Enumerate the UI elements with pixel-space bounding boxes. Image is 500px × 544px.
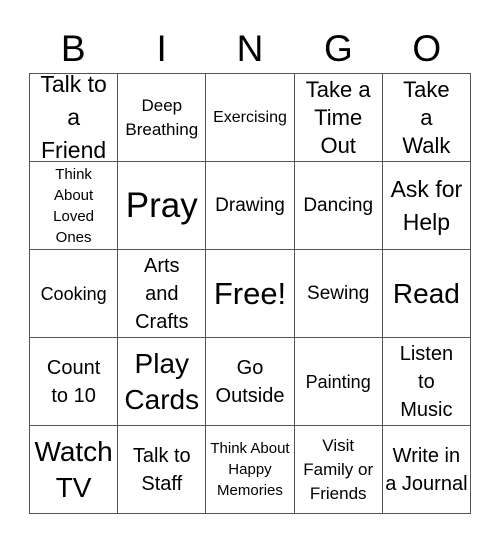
bingo-cell[interactable]: Sewing xyxy=(294,250,383,338)
bingo-header: B I N G O xyxy=(29,26,471,72)
cell-text: Dancing xyxy=(303,195,374,216)
free-space-text: Free! xyxy=(213,275,287,311)
bingo-cell[interactable]: Pray xyxy=(118,162,207,250)
cell-text: Count to 10 xyxy=(46,356,101,407)
cell-text: Talk to a Friend xyxy=(40,74,107,162)
cell-text: Think About Loved Ones xyxy=(53,165,95,246)
cell-text: Watch TV xyxy=(34,435,113,503)
bingo-cell[interactable]: Talk to Staff xyxy=(118,426,207,514)
cell-text: Drawing xyxy=(215,195,285,216)
header-letter-n: N xyxy=(236,28,264,69)
cell-text: Take a Walk xyxy=(402,76,451,158)
cell-text: Sewing xyxy=(307,283,370,304)
bingo-cell[interactable]: Think About Loved Ones xyxy=(30,162,119,250)
cell-text: Deep Breathing xyxy=(125,95,199,139)
cell-text: Play Cards xyxy=(124,347,200,415)
cell-text: Take a Time Out xyxy=(305,76,371,158)
bingo-cell[interactable]: Go Outside xyxy=(206,338,295,426)
header-letter-i: I xyxy=(156,28,167,69)
header-letter-b: B xyxy=(60,28,86,69)
cell-text: Arts and Crafts xyxy=(135,254,189,333)
bingo-cell[interactable]: Talk to a Friend xyxy=(30,74,119,162)
cell-text: Pray xyxy=(125,185,198,225)
cell-text: Exercising xyxy=(213,108,287,126)
bingo-cell[interactable]: Play Cards xyxy=(118,338,207,426)
cell-text: Ask for Help xyxy=(390,175,463,235)
bingo-cell[interactable]: Ask for Help xyxy=(382,162,471,250)
cell-text: Write in a Journal xyxy=(385,444,468,495)
cell-text: Listen to Music xyxy=(399,342,454,421)
bingo-cell[interactable]: Exercising xyxy=(206,74,295,162)
cell-text: Cooking xyxy=(40,283,107,304)
bingo-cell[interactable]: Watch TV xyxy=(30,426,119,514)
bingo-cell[interactable]: Painting xyxy=(294,338,383,426)
header-letter-g: G xyxy=(324,28,353,69)
bingo-cell free-space[interactable]: Free! xyxy=(206,250,295,338)
cell-text: Go Outside xyxy=(215,356,285,407)
bingo-cell[interactable]: Think About Happy Memories xyxy=(206,426,295,514)
bingo-cell[interactable]: Cooking xyxy=(30,250,119,338)
bingo-cell[interactable]: Arts and Crafts xyxy=(118,250,207,338)
bingo-cell[interactable]: Listen to Music xyxy=(382,338,471,426)
cell-text: Read xyxy=(392,277,460,309)
bingo-cell[interactable]: Deep Breathing xyxy=(118,74,207,162)
cell-text: Painting xyxy=(305,371,371,392)
bingo-cell[interactable]: Dancing xyxy=(294,162,383,250)
bingo-board: Talk to a Friend Deep Breathing Exercisi… xyxy=(29,73,471,514)
bingo-cell[interactable]: Visit Family or Friends xyxy=(294,426,383,514)
bingo-cell[interactable]: Count to 10 xyxy=(30,338,119,426)
bingo-cell[interactable]: Take a Time Out xyxy=(294,74,383,162)
bingo-cell[interactable]: Write in a Journal xyxy=(382,426,471,514)
cell-text: Talk to Staff xyxy=(132,444,191,495)
bingo-cell[interactable]: Drawing xyxy=(206,162,295,250)
header-letter-o: O xyxy=(412,28,442,69)
bingo-cell[interactable]: Take a Walk xyxy=(382,74,471,162)
cell-text: Visit Family or Friends xyxy=(303,435,374,503)
bingo-cell[interactable]: Read xyxy=(382,250,471,338)
cell-text: Think About Happy Memories xyxy=(210,440,290,499)
